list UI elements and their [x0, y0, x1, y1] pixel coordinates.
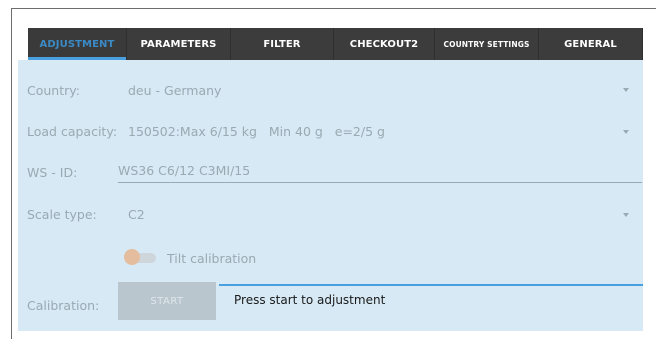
- scale-type-label: Scale type:: [27, 207, 97, 222]
- country-select[interactable]: deu - Germany: [128, 83, 221, 98]
- tab-general[interactable]: GENERAL: [539, 28, 643, 60]
- tab-parameters[interactable]: PARAMETERS: [127, 28, 231, 60]
- calibration-label: Calibration:: [27, 298, 100, 313]
- calibration-status-text: Press start to adjustment: [234, 293, 386, 307]
- tab-country-settings[interactable]: COUNTRY SETTINGS: [435, 28, 539, 60]
- adjustment-panel: [18, 60, 643, 331]
- ws-id-input[interactable]: WS36 C6/12 C3MI/15: [118, 163, 250, 178]
- country-label: Country:: [27, 83, 80, 98]
- start-button[interactable]: START: [118, 282, 216, 320]
- scale-type-chevron-down-icon[interactable]: [623, 213, 629, 217]
- ws-id-label: WS - ID:: [27, 165, 78, 180]
- country-dropdown-chevron-down-icon[interactable]: [623, 88, 629, 92]
- tab-adjustment[interactable]: ADJUSTMENT: [28, 28, 127, 60]
- load-capacity-select[interactable]: 150502:Max 6/15 kg Min 40 g e=2/5 g: [128, 124, 385, 139]
- load-capacity-label: Load capacity:: [27, 124, 118, 139]
- tilt-calibration-label: Tilt calibration: [167, 251, 257, 266]
- scale-type-select[interactable]: C2: [128, 207, 145, 222]
- tab-filter[interactable]: FILTER: [231, 28, 334, 60]
- tab-bar: ADJUSTMENT PARAMETERS FILTER CHECKOUT2 C…: [28, 28, 643, 60]
- tab-checkout2[interactable]: CHECKOUT2: [334, 28, 435, 60]
- calibration-progress-line: [219, 284, 643, 286]
- load-capacity-chevron-down-icon[interactable]: [623, 130, 629, 134]
- tilt-calibration-toggle-knob[interactable]: [124, 249, 140, 265]
- ws-id-underline: [118, 182, 642, 183]
